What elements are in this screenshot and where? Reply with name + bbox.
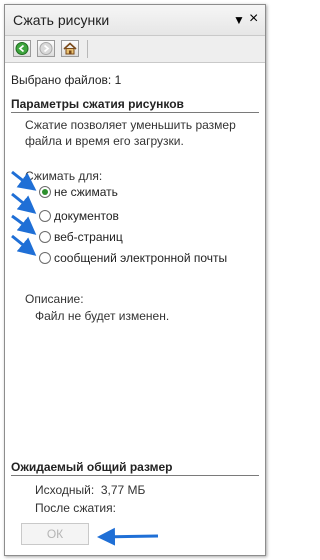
arrow-icon — [11, 234, 37, 256]
screenshot-frame: Сжать рисунки ▼ × Выбрано файлов: 1 Пара… — [0, 0, 270, 560]
arrow-icon — [11, 192, 37, 214]
annotation-arrows — [11, 170, 159, 546]
arrow-icon — [11, 170, 37, 191]
arrow-icon — [11, 214, 37, 235]
arrow-icon — [97, 527, 159, 546]
